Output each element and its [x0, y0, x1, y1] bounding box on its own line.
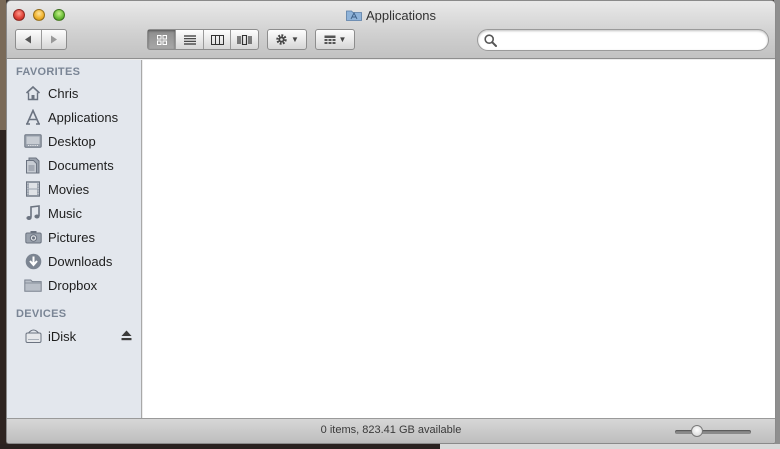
icon-view-button[interactable]: [148, 30, 176, 49]
list-view-icon: [183, 34, 196, 45]
sidebar-item-label: Pictures: [48, 229, 95, 245]
search-icon: [484, 34, 497, 47]
home-icon: [24, 84, 42, 102]
downloads-icon: [24, 252, 42, 270]
arrange-grid-icon: [324, 35, 336, 44]
applications-folder-icon: [346, 10, 362, 21]
sidebar: FAVORITES Chris Applications Desktop Doc…: [7, 60, 142, 419]
icon-size-slider-knob[interactable]: [691, 425, 703, 437]
chevron-down-icon: ▼: [338, 35, 347, 44]
window-title-text: Applications: [365, 8, 437, 23]
camera-icon: [24, 228, 42, 246]
sidebar-item-label: Applications: [48, 109, 119, 125]
disk-icon: [24, 327, 42, 345]
sidebar-item-documents[interactable]: Documents: [7, 153, 141, 177]
sidebar-item-label: Chris: [48, 85, 79, 101]
chevron-down-icon: ▼: [291, 35, 299, 44]
search-input[interactable]: [502, 32, 762, 48]
sidebar-item-label: iDisk: [48, 328, 77, 344]
column-view-button[interactable]: [202, 30, 231, 49]
icon-size-slider[interactable]: [675, 425, 751, 437]
back-arrow-icon: [25, 35, 32, 44]
sidebar-item-downloads[interactable]: Downloads: [7, 249, 141, 273]
sidebar-item-label: Dropbox: [48, 277, 98, 293]
forward-arrow-icon: [50, 35, 57, 44]
sidebar-item-music[interactable]: Music: [7, 201, 141, 225]
folder-icon: [24, 276, 42, 294]
sidebar-item-label: Downloads: [48, 253, 113, 269]
sidebar-item-desktop[interactable]: Desktop: [7, 129, 141, 153]
view-mode-control: [147, 29, 259, 50]
gear-icon: [276, 34, 287, 45]
sidebar-item-pictures[interactable]: Pictures: [7, 225, 141, 249]
eject-icon[interactable]: [121, 330, 132, 341]
sidebar-item-label: Desktop: [48, 133, 96, 149]
desktop-background-bottom-left: [0, 444, 440, 449]
coverflow-view-button[interactable]: [230, 30, 258, 49]
coverflow-view-icon: [237, 34, 252, 45]
applications-icon: [24, 108, 42, 126]
documents-icon: [24, 156, 42, 174]
file-browser-content[interactable]: [143, 60, 775, 419]
sidebar-item-applications[interactable]: Applications: [7, 105, 141, 129]
back-forward-control: [15, 29, 67, 50]
search-field[interactable]: [477, 29, 769, 51]
desktop-icon: [24, 132, 42, 150]
music-icon: [24, 204, 42, 222]
sidebar-item-label: Documents: [48, 157, 114, 173]
column-view-icon: [210, 34, 224, 45]
movies-icon: [24, 180, 42, 198]
action-menu-button[interactable]: ▼: [267, 29, 307, 50]
status-bar: 0 items, 823.41 GB available: [7, 418, 775, 443]
sidebar-item-movies[interactable]: Movies: [7, 177, 141, 201]
arrange-menu-button[interactable]: ▼: [315, 29, 355, 50]
toolbar: Applications ▼ ▼: [7, 1, 775, 59]
forward-button[interactable]: [40, 30, 66, 49]
sidebar-item-chris[interactable]: Chris: [7, 81, 141, 105]
sidebar-item-label: Movies: [48, 181, 90, 197]
icon-view-icon: [156, 34, 167, 45]
list-view-button[interactable]: [175, 30, 203, 49]
sidebar-item-idisk[interactable]: iDisk: [7, 324, 141, 348]
sidebar-item-dropbox[interactable]: Dropbox: [7, 273, 141, 297]
status-text: 0 items, 823.41 GB available: [320, 424, 462, 436]
sidebar-item-label: Music: [48, 205, 82, 221]
devices-heading: DEVICES: [16, 308, 67, 320]
finder-window: Applications ▼ ▼ FAVORITES Chris Applica…: [6, 0, 776, 444]
favorites-heading: FAVORITES: [16, 66, 81, 78]
back-button[interactable]: [16, 30, 41, 49]
window-title: Applications: [7, 7, 775, 25]
